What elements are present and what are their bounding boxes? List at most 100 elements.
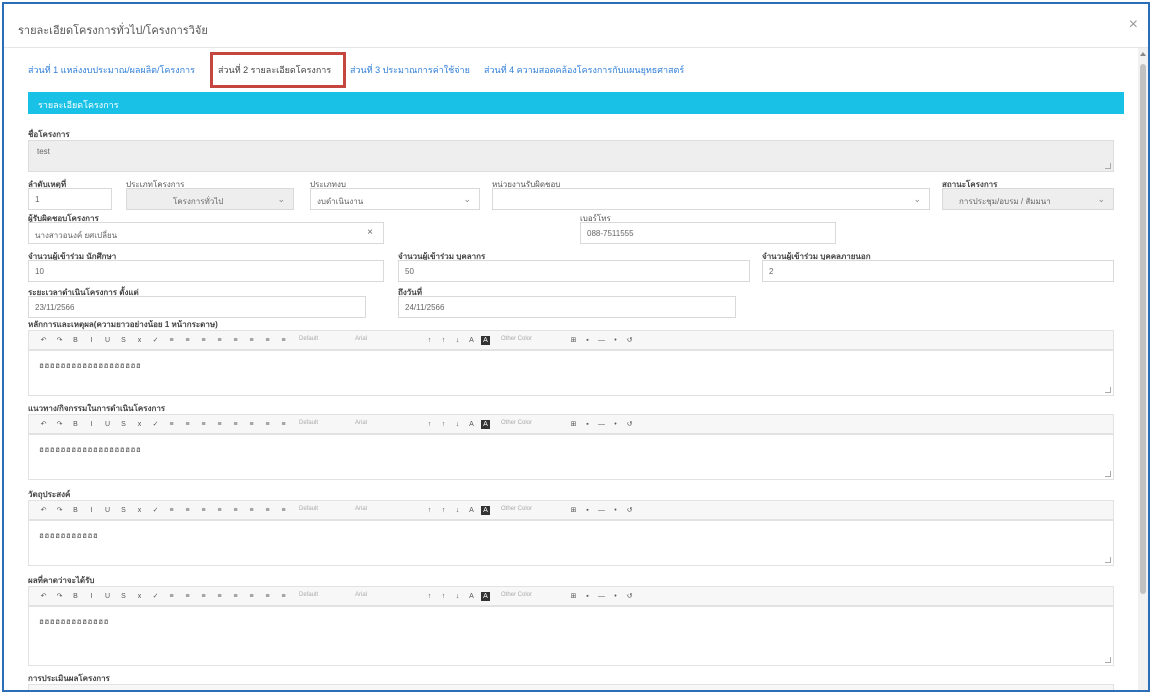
- toolbar-format-icon[interactable]: ≡: [215, 420, 224, 429]
- resize-handle-icon[interactable]: [1105, 387, 1111, 393]
- toolbar-format-icon[interactable]: S: [119, 690, 128, 692]
- toolbar-insert-icon[interactable]: ↺: [625, 420, 634, 429]
- toolbar-insert-icon[interactable]: —: [597, 420, 606, 429]
- project-type-select[interactable]: โครงการทั่วไป ⌄: [126, 188, 294, 210]
- unit-select[interactable]: ⌄: [492, 188, 930, 210]
- toolbar-format-icon[interactable]: ↷: [55, 690, 64, 692]
- font-name-select[interactable]: Default: [299, 420, 318, 430]
- toolbar-text-icon[interactable]: ↓: [453, 336, 462, 345]
- font-name-select[interactable]: Default: [299, 690, 318, 692]
- highlight-color-icon[interactable]: A: [481, 506, 490, 515]
- toolbar-format-icon[interactable]: ≡: [279, 336, 288, 345]
- toolbar-text-icon[interactable]: ↑: [425, 336, 434, 345]
- toolbar-format-icon[interactable]: x: [135, 592, 144, 601]
- toolbar-format-icon[interactable]: B: [71, 420, 80, 429]
- toolbar-format-icon[interactable]: ≡: [167, 506, 176, 515]
- project-name-field[interactable]: test: [28, 140, 1114, 172]
- toolbar-insert-icon[interactable]: ⊞: [569, 690, 578, 692]
- scrollbar-thumb[interactable]: [1140, 64, 1146, 594]
- toolbar-format-icon[interactable]: ≡: [183, 506, 192, 515]
- toolbar-format-icon[interactable]: U: [103, 336, 112, 345]
- resize-handle-icon[interactable]: [1105, 657, 1111, 663]
- toolbar-text-icon[interactable]: ↓: [453, 420, 462, 429]
- toolbar-format-icon[interactable]: ↶: [39, 506, 48, 515]
- toolbar-format-icon[interactable]: ≡: [167, 592, 176, 601]
- toolbar-format-icon[interactable]: ≡: [199, 336, 208, 345]
- toolbar-format-icon[interactable]: S: [119, 592, 128, 601]
- toolbar-format-icon[interactable]: I: [87, 336, 96, 345]
- toolbar-insert-icon[interactable]: —: [597, 690, 606, 692]
- toolbar-insert-icon[interactable]: ⊞: [569, 506, 578, 515]
- toolbar-insert-icon[interactable]: ⊞: [569, 336, 578, 345]
- toolbar-format-icon[interactable]: ≡: [263, 336, 272, 345]
- toolbar-text-icon[interactable]: ↑: [425, 592, 434, 601]
- toolbar-format-icon[interactable]: ≡: [231, 690, 240, 692]
- toolbar-insert-icon[interactable]: •: [611, 336, 620, 345]
- toolbar-insert-icon[interactable]: ⊞: [569, 592, 578, 601]
- toolbar-format-icon[interactable]: U: [103, 420, 112, 429]
- toolbar-format-icon[interactable]: U: [103, 506, 112, 515]
- toolbar-format-icon[interactable]: x: [135, 690, 144, 692]
- other-color-select[interactable]: Other Color: [501, 690, 532, 692]
- toolbar-format-icon[interactable]: ↶: [39, 336, 48, 345]
- toolbar-insert-icon[interactable]: —: [597, 336, 606, 345]
- toolbar-insert-icon[interactable]: •: [611, 690, 620, 692]
- toolbar-format-icon[interactable]: x: [135, 420, 144, 429]
- toolbar-format-icon[interactable]: ≡: [263, 592, 272, 601]
- font-name-select[interactable]: Default: [299, 506, 318, 516]
- toolbar-format-icon[interactable]: ≡: [215, 690, 224, 692]
- font-size-select[interactable]: Arial: [355, 690, 367, 692]
- tab-part-1[interactable]: ส่วนที่ 1 แหล่งงบประมาณ/ผลผลิต/โครงการ: [28, 63, 195, 77]
- font-size-select[interactable]: Arial: [355, 592, 367, 602]
- editor-area[interactable]: ฮฮฮฮฮฮฮฮฮฮฮฮฮฮฮฮฮฮฮ: [28, 350, 1114, 396]
- toolbar-format-icon[interactable]: I: [87, 592, 96, 601]
- toolbar-format-icon[interactable]: B: [71, 690, 80, 692]
- toolbar-format-icon[interactable]: ≡: [279, 506, 288, 515]
- font-name-select[interactable]: Default: [299, 592, 318, 602]
- toolbar-text-icon[interactable]: ↑: [425, 506, 434, 515]
- toolbar-text-icon[interactable]: ↓: [453, 592, 462, 601]
- toolbar-format-icon[interactable]: ≡: [279, 592, 288, 601]
- tab-part-4[interactable]: ส่วนที่ 4 ความสอดคล้องโครงการกับแผนยุทธศ…: [484, 63, 684, 77]
- font-size-select[interactable]: Arial: [355, 420, 367, 430]
- toolbar-format-icon[interactable]: ≡: [167, 420, 176, 429]
- font-name-select[interactable]: Default: [299, 336, 318, 346]
- toolbar-format-icon[interactable]: ↶: [39, 592, 48, 601]
- highlight-color-icon[interactable]: A: [481, 420, 490, 429]
- toolbar-format-icon[interactable]: ≡: [279, 420, 288, 429]
- toolbar-text-icon[interactable]: ↑: [425, 420, 434, 429]
- toolbar-insert-icon[interactable]: ▪: [583, 690, 592, 692]
- toolbar-text-icon[interactable]: ↓: [453, 690, 462, 692]
- toolbar-insert-icon[interactable]: •: [611, 592, 620, 601]
- toolbar-format-icon[interactable]: I: [87, 690, 96, 692]
- external-input[interactable]: 2: [762, 260, 1114, 282]
- toolbar-format-icon[interactable]: ≡: [167, 336, 176, 345]
- toolbar-format-icon[interactable]: B: [71, 336, 80, 345]
- toolbar-text-icon[interactable]: ↑: [439, 506, 448, 515]
- toolbar-format-icon[interactable]: ↷: [55, 592, 64, 601]
- toolbar-insert-icon[interactable]: ↺: [625, 506, 634, 515]
- phone-input[interactable]: 088-7511555: [580, 222, 836, 244]
- toolbar-format-icon[interactable]: ≡: [215, 336, 224, 345]
- toolbar-insert-icon[interactable]: ↺: [625, 592, 634, 601]
- editor-area[interactable]: ฮฮฮฮฮฮฮฮฮฮฮฮฮ: [28, 606, 1114, 666]
- toolbar-format-icon[interactable]: ↶: [39, 690, 48, 692]
- resize-handle-icon[interactable]: [1105, 163, 1111, 169]
- toolbar-text-icon[interactable]: A: [467, 506, 476, 515]
- toolbar-insert-icon[interactable]: ⊞: [569, 420, 578, 429]
- toolbar-format-icon[interactable]: S: [119, 420, 128, 429]
- toolbar-format-icon[interactable]: ≡: [199, 420, 208, 429]
- toolbar-format-icon[interactable]: ✓: [151, 420, 160, 429]
- toolbar-format-icon[interactable]: ≡: [247, 420, 256, 429]
- toolbar-format-icon[interactable]: ✓: [151, 336, 160, 345]
- toolbar-format-icon[interactable]: U: [103, 690, 112, 692]
- toolbar-format-icon[interactable]: ≡: [247, 506, 256, 515]
- toolbar-format-icon[interactable]: ≡: [231, 420, 240, 429]
- toolbar-text-icon[interactable]: ↑: [439, 336, 448, 345]
- toolbar-format-icon[interactable]: ≡: [199, 506, 208, 515]
- toolbar-text-icon[interactable]: ↑: [439, 420, 448, 429]
- toolbar-insert-icon[interactable]: ▪: [583, 420, 592, 429]
- other-color-select[interactable]: Other Color: [501, 336, 532, 346]
- close-icon[interactable]: ×: [1129, 16, 1138, 34]
- editor-area[interactable]: ฮฮฮฮฮฮฮฮฮฮฮ: [28, 520, 1114, 566]
